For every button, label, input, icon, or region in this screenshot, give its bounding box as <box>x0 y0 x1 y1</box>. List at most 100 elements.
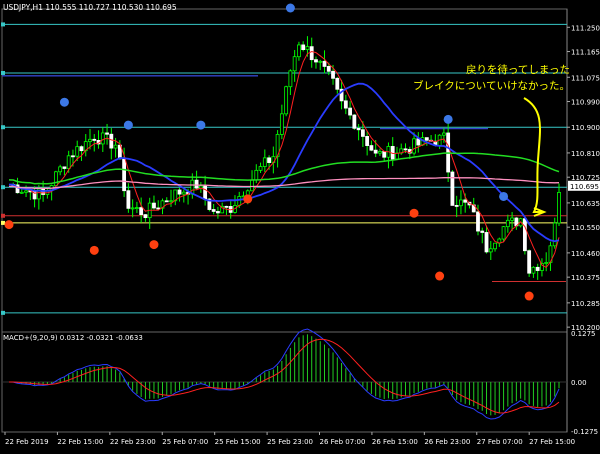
macd-tick-label: -0.1275 <box>571 428 598 436</box>
candle-body <box>135 207 139 209</box>
candle-body <box>71 155 75 158</box>
swing-high-dot <box>196 120 206 130</box>
candle-body <box>156 207 161 210</box>
price-tick-label: 110.990 <box>571 99 600 107</box>
time-tick-label: 25 Feb 07:00 <box>162 438 208 446</box>
candle-body <box>322 60 327 67</box>
swing-low-dot <box>4 220 14 230</box>
current-price-label: 110.695 <box>570 183 599 191</box>
candle-body <box>24 190 28 193</box>
time-tick-label: 26 Feb 07:00 <box>320 438 366 446</box>
candle-body <box>267 157 271 163</box>
candle-body <box>305 46 310 51</box>
candle-body <box>424 137 429 141</box>
candle-body <box>343 100 348 109</box>
time-tick-label: 27 Feb 07:00 <box>477 438 523 446</box>
price-tick-label: 110.550 <box>571 224 600 232</box>
level-marker <box>1 70 5 75</box>
macd-signal-line <box>9 338 560 414</box>
annotation-arrow <box>523 97 542 213</box>
candle-body <box>484 232 489 253</box>
chart-header: USDJPY,H1 110.555 110.727 110.530 110.69… <box>3 3 177 12</box>
level-marker <box>1 310 5 315</box>
candle-body <box>373 149 378 154</box>
price-tick-label: 110.900 <box>571 124 600 132</box>
price-tick-label: 110.375 <box>571 274 600 282</box>
candle-body <box>164 200 169 203</box>
candle-body <box>527 250 532 274</box>
candle-body <box>331 70 335 79</box>
annotation-line-1: 戻りを待ってしまった <box>465 64 570 76</box>
candle-body <box>152 202 156 209</box>
candle-body <box>62 166 67 169</box>
candle-body <box>79 146 84 152</box>
level-marker <box>1 185 5 190</box>
candle-body <box>360 129 365 137</box>
candle-body <box>292 56 297 72</box>
candle-body <box>476 211 480 232</box>
candle-body <box>395 152 399 160</box>
candle-body <box>463 199 468 203</box>
candle-body <box>139 207 144 216</box>
macd-main-line <box>8 328 560 420</box>
candle-body <box>122 158 127 192</box>
candle-body <box>314 59 318 63</box>
candle-body <box>412 138 416 154</box>
candle-body <box>454 205 459 207</box>
candle-body <box>100 132 105 145</box>
macd-tick-label: 0.1275 <box>571 330 596 338</box>
candle-body <box>254 169 259 181</box>
candle-body <box>169 200 173 203</box>
candle-body <box>288 70 293 88</box>
swing-low-dot <box>409 208 419 218</box>
candle-body <box>510 217 515 221</box>
candle-body <box>297 44 301 58</box>
swing-high-dot <box>59 97 69 107</box>
time-tick-label: 25 Feb 23:00 <box>267 438 313 446</box>
price-tick-label: 111.075 <box>571 74 600 82</box>
candle-body <box>544 262 549 264</box>
price-tick-label: 111.165 <box>571 49 600 57</box>
candle-body <box>522 218 527 252</box>
swing-high-dot <box>123 120 133 130</box>
candle-body <box>378 151 382 154</box>
candle-body <box>552 222 557 247</box>
swing-high-dot <box>443 114 453 124</box>
candle-body <box>237 196 242 206</box>
candle-body <box>352 114 357 129</box>
candle-body <box>258 166 263 171</box>
level-marker <box>1 213 5 218</box>
candle-body <box>301 44 306 51</box>
time-tick-label: 27 Feb 15:00 <box>529 438 575 446</box>
candle-body <box>113 144 118 149</box>
time-tick-label: 22 Feb 15:00 <box>57 438 103 446</box>
candle-body <box>488 248 493 253</box>
price-tick-label: 110.460 <box>571 250 600 258</box>
swing-low-dot <box>524 291 534 301</box>
candle-body <box>177 189 182 195</box>
time-tick-label: 26 Feb 15:00 <box>372 438 418 446</box>
candle-body <box>382 151 387 158</box>
candle-body <box>88 138 92 143</box>
candle-body <box>416 138 421 146</box>
candle-body <box>109 133 114 149</box>
candle-body <box>335 77 340 90</box>
candle-body <box>262 157 267 167</box>
swing-low-dot <box>149 240 159 250</box>
candle-body <box>441 132 446 136</box>
level-marker <box>1 220 5 225</box>
candle-body <box>365 136 370 146</box>
candle-body <box>318 60 323 63</box>
time-tick-label: 22 Feb 2019 <box>5 438 49 446</box>
price-tick-label: 111.250 <box>571 24 600 32</box>
candle-body <box>309 46 314 61</box>
candle-body <box>19 191 24 194</box>
candle-body <box>224 205 229 208</box>
candle-body <box>535 266 540 271</box>
candle-body <box>557 191 561 224</box>
candle-body <box>279 113 284 135</box>
ma-green-line <box>8 152 560 185</box>
price-tick-label: 110.285 <box>571 300 600 308</box>
candle-body <box>480 230 485 233</box>
candle-body <box>75 146 80 157</box>
